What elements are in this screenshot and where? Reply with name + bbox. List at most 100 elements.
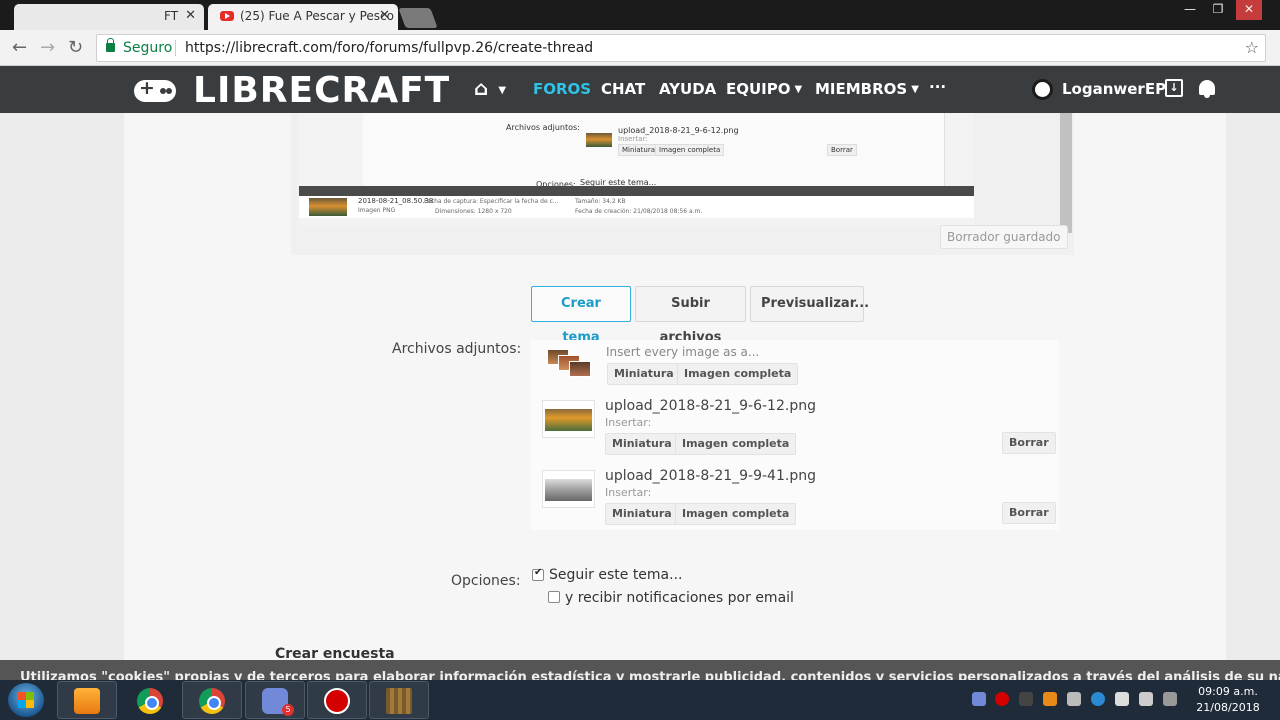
app-tray-icon[interactable] [1019,692,1033,706]
taskbar-recorder[interactable] [307,681,367,719]
minimize-button[interactable]: — [1176,0,1204,20]
media-player-icon [74,688,100,714]
screenshot-text: Fecha de creación: 21/08/2018 08:56 a.m. [575,208,703,215]
insert-all-label: Insert every image as a... [606,345,760,359]
taskbar-chrome[interactable] [120,681,180,719]
app-tray-icon[interactable] [1043,692,1057,706]
tab-title: FT [164,9,179,23]
insert-full-image-button[interactable]: Imagen completa [675,503,797,525]
username[interactable]: LoganwerEP [1062,80,1166,98]
minecraft-icon [386,688,412,714]
nav-miembros[interactable]: MIEMBROS ▼ [815,80,919,98]
app-tray-icon[interactable] [1067,692,1081,706]
preview-button[interactable]: Previsualizar... [750,286,869,322]
bell-icon[interactable] [1199,80,1215,98]
chevron-down-icon: ▼ [911,84,919,95]
upload-files-button[interactable]: Subir archivos [635,286,746,345]
editor-scrollbar[interactable] [1060,113,1072,233]
screenshot-text: Fecha de captura: Especificar la fecha d… [424,198,559,205]
nav-foros[interactable]: FOROS [533,80,591,98]
thumbnail-image [545,409,592,431]
taskbar-chrome-active[interactable] [182,681,242,719]
taskbar-minecraft[interactable] [369,681,429,719]
reload-icon[interactable]: ↻ [68,37,83,58]
start-button[interactable] [8,683,44,717]
options-label: Opciones: [451,573,521,589]
screenshot-text: Imagen PNG [358,207,396,214]
screenshot-thumbnail [586,133,612,147]
chrome-icon [199,688,225,714]
tab-title: (25) Fue A Pescar y Pesco [240,9,394,23]
new-tab-button[interactable] [398,8,438,28]
record-tray-icon[interactable] [995,692,1009,706]
follow-thread-checkbox[interactable] [532,567,544,581]
action-center-icon[interactable] [1163,692,1177,706]
nav-label: MIEMBROS [815,80,908,98]
restore-button[interactable]: ❐ [1204,0,1232,20]
forward-arrow-icon[interactable]: → [40,37,55,58]
attachments-panel: Insert every image as a... Miniatura Ima… [531,340,1059,530]
screenshot-text: Insertar: [618,135,648,143]
browser-tab-1[interactable]: FT ✕ [14,4,204,30]
inbox-icon[interactable]: ↓ [1165,79,1183,97]
volume-icon[interactable] [1139,692,1153,706]
screenshot-text: Borrar [827,144,857,156]
bookmark-star-icon[interactable]: ☆ [1245,35,1259,61]
system-clock[interactable]: 09:09 a.m. 21/08/2018 [1188,684,1268,716]
draft-saved-badge: Borrador guardado [940,225,1068,249]
discord-tray-icon[interactable] [972,692,986,706]
email-notify-label[interactable]: y recibir notificaciones por email [565,590,794,606]
taskbar-discord[interactable]: 5 [245,681,305,719]
site-header: LIBRECRAFT ⌂▼ FOROS CHAT AYUDA EQUIPO▼ M… [0,66,1280,113]
app-tray-icon[interactable] [1115,692,1129,706]
insert-thumbnail-button[interactable]: Miniatura [605,433,679,455]
screenshot-text: Tamaño: 34,2 KB [575,198,626,205]
browser-tab-strip: FT ✕ (25) Fue A Pescar y Pesco ✕ — ❐ ✕ [0,0,1280,30]
nav-chat[interactable]: CHAT [601,80,645,98]
url-input[interactable]: Seguro https://librecraft.com/foro/forum… [96,34,1266,62]
create-thread-button[interactable]: Crear tema [531,286,631,345]
insert-label: Insertar: [605,416,652,429]
close-tab-icon[interactable]: ✕ [185,8,196,23]
attachment-thumbnail[interactable] [542,470,595,508]
back-arrow-icon[interactable]: ← [12,37,27,58]
nav-equipo[interactable]: EQUIPO ▼ [726,80,802,98]
windows-logo-icon [18,692,34,708]
divider [175,40,176,56]
follow-thread-label[interactable]: Seguir este tema... [549,567,683,583]
youtube-icon [220,11,234,21]
insert-full-image-button[interactable]: Imagen completa [675,433,797,455]
screenshot-panel: Archivos adjuntos: upload_2018-8-21_9-6-… [363,113,945,189]
email-notify-checkbox[interactable] [548,591,560,603]
site-logo[interactable]: LIBRECRAFT [193,70,450,111]
browser-tab-youtube[interactable]: (25) Fue A Pescar y Pesco ✕ [208,4,398,30]
clock-date: 21/08/2018 [1196,701,1260,714]
attachment-filename[interactable]: upload_2018-8-21_9-9-41.png [605,468,816,484]
window-close-button[interactable]: ✕ [1236,0,1262,20]
app-tray-icon[interactable] [1091,692,1105,706]
insert-all-thumbnail-button[interactable]: Miniatura [607,363,681,385]
screenshot-text: Dimensiones: 1280 x 720 [435,208,512,215]
record-icon [324,688,350,714]
thumbnail-image [545,479,592,501]
image-icon [569,361,591,377]
nav-home[interactable]: ⌂ ▼ [474,76,506,100]
taskbar-media-player[interactable] [57,681,117,719]
attachment-thumbnail[interactable] [542,400,595,438]
delete-attachment-button[interactable]: Borrar [1002,502,1056,524]
close-tab-icon[interactable]: ✕ [379,8,390,23]
nav-ayuda[interactable]: AYUDA [659,80,716,98]
screenshot-text: upload_2018-8-21_9-6-12.png [618,126,739,135]
secure-label: Seguro [123,40,173,56]
address-bar: ← → ↻ Seguro https://librecraft.com/foro… [0,30,1280,66]
url-text[interactable]: https://librecraft.com/foro/forums/fullp… [185,35,593,61]
screenshot-text: Imagen completa [655,144,725,156]
delete-attachment-button[interactable]: Borrar [1002,432,1056,454]
nav-more[interactable]: ··· [929,78,946,96]
attachment-filename[interactable]: upload_2018-8-21_9-6-12.png [605,398,816,414]
insert-thumbnail-button[interactable]: Miniatura [605,503,679,525]
insert-all-full-image-button[interactable]: Imagen completa [677,363,799,385]
avatar[interactable] [1032,79,1053,100]
attachments-label: Archivos adjuntos: [392,341,522,357]
notification-badge: 5 [282,704,294,716]
